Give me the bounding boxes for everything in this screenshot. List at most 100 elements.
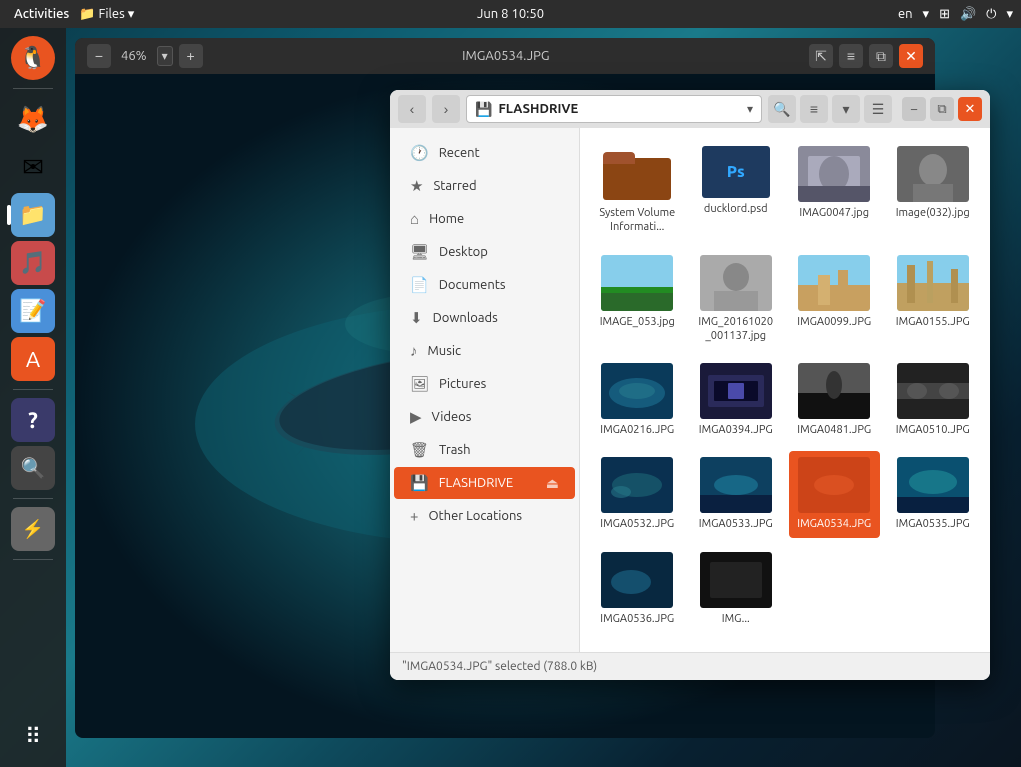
- dock-icon-thunderbird[interactable]: ✉: [11, 145, 55, 189]
- network-icon[interactable]: ⊞: [939, 7, 950, 22]
- file-name-imga0535: IMGA0535.JPG: [896, 517, 970, 531]
- file-item-imga0532[interactable]: IMGA0532.JPG: [592, 451, 683, 537]
- sidebar-item-music[interactable]: ♪ Music: [394, 335, 575, 367]
- file-item-imga0533[interactable]: IMGA0533.JPG: [691, 451, 782, 537]
- dock-icon-help[interactable]: ?: [11, 398, 55, 442]
- file-name-imga0394: IMGA0394.JPG: [699, 423, 773, 437]
- sidebar-label-documents: Documents: [439, 278, 506, 292]
- file-name-img-partial: IMG...: [722, 612, 750, 626]
- dock-icon-rhythmbox[interactable]: 🎵: [11, 241, 55, 285]
- thumb-svg-imga0481: [798, 363, 870, 419]
- dock-icon-show-apps[interactable]: ⠿: [11, 715, 55, 759]
- trash-icon: 🗑: [410, 441, 429, 459]
- file-thumb-imga0535: [897, 457, 969, 513]
- nav-forward-button[interactable]: ›: [432, 95, 460, 123]
- keyboard-dropdown[interactable]: ▾: [923, 7, 930, 22]
- sound-icon[interactable]: 🔊: [960, 7, 976, 22]
- file-item-ducklord-psd[interactable]: Ps ducklord.psd: [691, 140, 782, 241]
- file-item-imag0047[interactable]: IMAG0047.jpg: [789, 140, 880, 241]
- sidebar-item-home[interactable]: ⌂ Home: [394, 203, 575, 235]
- file-item-imga0099[interactable]: IMGA0099.JPG: [789, 249, 880, 350]
- activities-button[interactable]: Activities: [8, 7, 75, 21]
- file-name-img20161020: IMG_20161020_001137.jpg: [696, 315, 776, 344]
- file-name-image032: Image(032).jpg: [896, 206, 970, 220]
- files-close-button[interactable]: ✕: [958, 97, 982, 121]
- sidebar-item-other-locations[interactable]: + Other Locations: [394, 500, 575, 531]
- image-viewer-window-controls: ⇱ ≡ ⧉ ✕: [809, 44, 923, 68]
- zoom-controls: − 46% ▾ +: [87, 44, 203, 68]
- thumb-svg-imga0533: [700, 457, 772, 513]
- keyboard-layout[interactable]: en: [898, 7, 913, 21]
- file-item-imga0394[interactable]: IMGA0394.JPG: [691, 357, 782, 443]
- file-item-system-volume[interactable]: System Volume Informati...: [592, 140, 683, 241]
- dock-icon-firefox[interactable]: 🦊: [11, 97, 55, 141]
- nav-back-button[interactable]: ‹: [398, 95, 426, 123]
- file-item-img20161020[interactable]: IMG_20161020_001137.jpg: [691, 249, 782, 350]
- dock-icon-appstore[interactable]: A: [11, 337, 55, 381]
- dock-icon-search[interactable]: 🔍: [11, 446, 55, 490]
- file-item-imga0481[interactable]: IMGA0481.JPG: [789, 357, 880, 443]
- file-name-imga0510: IMGA0510.JPG: [896, 423, 970, 437]
- menu-button[interactable]: ☰: [864, 95, 892, 123]
- location-drive-icon: 💾: [475, 101, 492, 118]
- file-name-imga0534: IMGA0534.JPG: [797, 517, 871, 531]
- sidebar-item-starred[interactable]: ★ Starred: [394, 170, 575, 202]
- file-item-imga0534[interactable]: IMGA0534.JPG: [789, 451, 880, 537]
- image-viewer-minimize-button[interactable]: ≡: [839, 44, 863, 68]
- files-minimize-button[interactable]: −: [902, 97, 926, 121]
- file-item-img-partial[interactable]: IMG...: [691, 546, 782, 632]
- file-item-imga0535[interactable]: IMGA0535.JPG: [888, 451, 979, 537]
- view-list-button[interactable]: ≡: [800, 95, 828, 123]
- sidebar-item-flashdrive[interactable]: 💾 FLASHDRIVE ⏏: [394, 467, 575, 499]
- sidebar-label-recent: Recent: [439, 146, 480, 160]
- thumb-svg-imga0394: [700, 363, 772, 419]
- files-sidebar: 🕐 Recent ★ Starred ⌂ Home 🖥 Desktop 📄 Do…: [390, 128, 580, 652]
- file-item-imga0155[interactable]: IMGA0155.JPG: [888, 249, 979, 350]
- files-content-area[interactable]: System Volume Informati... Ps ducklord.p…: [580, 128, 990, 652]
- files-menu-arrow: ▾: [128, 7, 135, 22]
- file-thumb-imga0481: [798, 363, 870, 419]
- zoom-out-button[interactable]: −: [87, 44, 111, 68]
- sidebar-label-other-locations: Other Locations: [428, 509, 522, 523]
- dock-icon-files[interactable]: 📁: [11, 193, 55, 237]
- dock-separator-1: [13, 88, 53, 89]
- power-dropdown[interactable]: ▾: [1006, 7, 1013, 22]
- file-item-image032[interactable]: Image(032).jpg: [888, 140, 979, 241]
- dock-icon-usb[interactable]: ⚡: [11, 507, 55, 551]
- view-options-button[interactable]: ▾: [832, 95, 860, 123]
- file-item-imga0536[interactable]: IMGA0536.JPG: [592, 546, 683, 632]
- files-restore-button[interactable]: ⧉: [930, 97, 954, 121]
- file-item-image053[interactable]: IMAGE_053.jpg: [592, 249, 683, 350]
- file-item-imga0510[interactable]: IMGA0510.JPG: [888, 357, 979, 443]
- image-viewer-restore-button[interactable]: ⧉: [869, 44, 893, 68]
- location-bar[interactable]: 💾 FLASHDRIVE ▾: [466, 95, 762, 123]
- other-locations-icon: +: [410, 507, 418, 524]
- sidebar-item-downloads[interactable]: ⬇ Downloads: [394, 302, 575, 334]
- files-window-controls: − ⧉ ✕: [902, 97, 982, 121]
- power-icon[interactable]: ⏻: [986, 7, 996, 22]
- dock-icon-writer[interactable]: 📝: [11, 289, 55, 333]
- sidebar-item-trash[interactable]: 🗑 Trash: [394, 434, 575, 466]
- search-button[interactable]: 🔍: [768, 95, 796, 123]
- file-item-imga0216[interactable]: IMGA0216.JPG: [592, 357, 683, 443]
- image-viewer-maximize-button[interactable]: ⇱: [809, 44, 833, 68]
- zoom-in-button[interactable]: +: [179, 44, 203, 68]
- sidebar-label-music: Music: [428, 344, 462, 358]
- files-menu[interactable]: 📁 Files ▾: [79, 7, 134, 22]
- sidebar-item-desktop[interactable]: 🖥 Desktop: [394, 236, 575, 268]
- dock-icon-ubuntu[interactable]: 🐧: [11, 36, 55, 80]
- files-toolbar-right: 🔍 ≡ ▾ ☰: [768, 95, 892, 123]
- files-window: ‹ › 💾 FLASHDRIVE ▾ 🔍 ≡ ▾ ☰ − ⧉ ✕ 🕐 Recen…: [390, 90, 990, 680]
- sidebar-item-documents[interactable]: 📄 Documents: [394, 269, 575, 301]
- eject-icon[interactable]: ⏏: [546, 475, 559, 492]
- sidebar-item-pictures[interactable]: 🖼 Pictures: [394, 368, 575, 400]
- sidebar-item-videos[interactable]: ▶ Videos: [394, 401, 575, 433]
- sidebar-item-recent[interactable]: 🕐 Recent: [394, 137, 575, 169]
- documents-icon: 📄: [410, 276, 429, 294]
- files-grid: System Volume Informati... Ps ducklord.p…: [592, 140, 978, 632]
- sidebar-label-desktop: Desktop: [439, 245, 488, 259]
- zoom-dropdown[interactable]: ▾: [157, 46, 173, 66]
- image-viewer-close-button[interactable]: ✕: [899, 44, 923, 68]
- file-name-imga0216: IMGA0216.JPG: [600, 423, 674, 437]
- location-dropdown-arrow[interactable]: ▾: [747, 102, 753, 116]
